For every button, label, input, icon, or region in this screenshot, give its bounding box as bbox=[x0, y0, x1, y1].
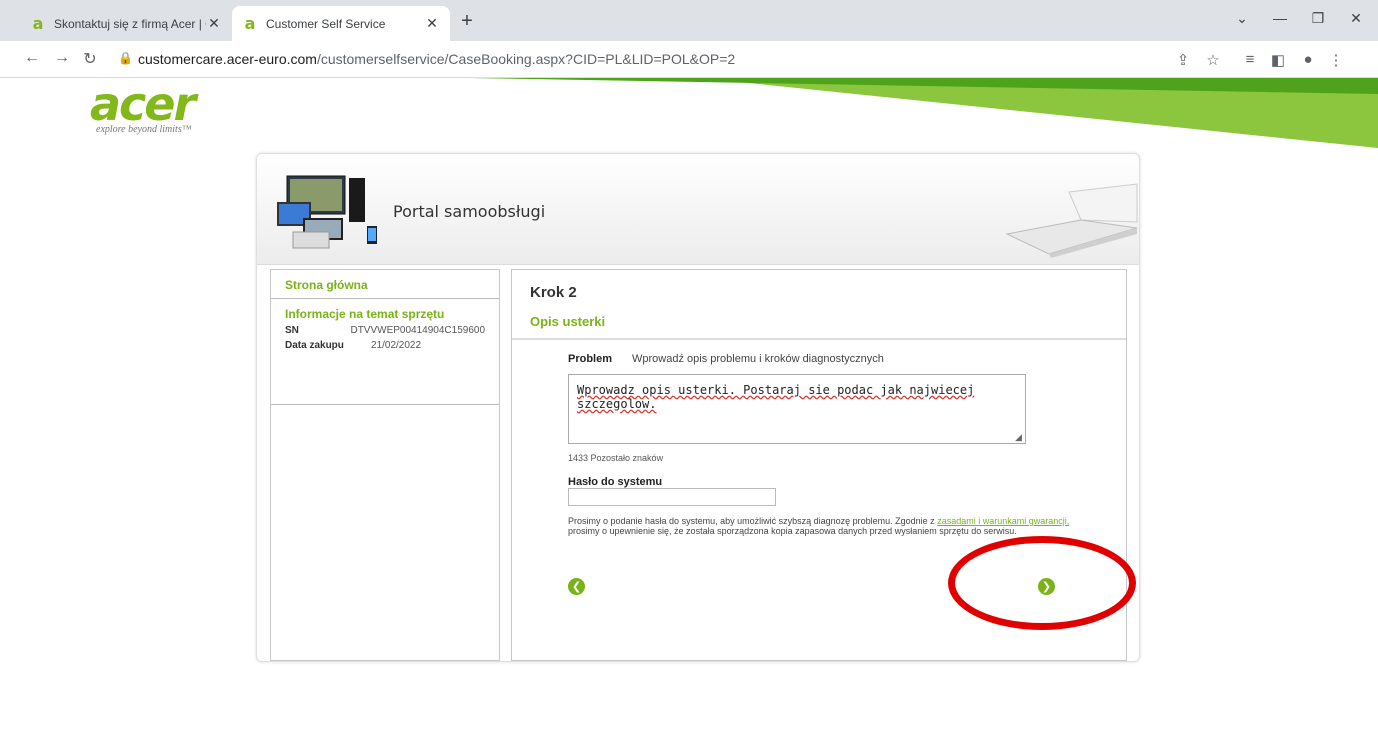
reading-list-icon[interactable]: ≡ bbox=[1240, 51, 1260, 68]
forward-icon[interactable]: → bbox=[52, 49, 72, 67]
side-panel-icon[interactable]: ◧ bbox=[1268, 51, 1288, 69]
sidebar-item-home[interactable]: Strona główna bbox=[271, 270, 499, 299]
info-label: SN bbox=[285, 325, 299, 336]
dark-green-stripe-decor bbox=[470, 78, 1378, 94]
profile-icon[interactable]: ● bbox=[1298, 51, 1318, 68]
password-input[interactable] bbox=[568, 488, 776, 506]
acer-favicon-icon: a bbox=[244, 13, 256, 33]
warranty-terms-link[interactable]: zasadami i warunkami gwarancji, bbox=[937, 516, 1069, 526]
info-row-sn: SN DTVVWEP00414904C159600 bbox=[271, 323, 499, 338]
hardware-info-title: Informacje na temat sprzętu bbox=[285, 307, 445, 321]
portal-title: Portal samoobsługi bbox=[393, 202, 546, 221]
info-row-purchase-date: Data zakupu 21/02/2022 bbox=[271, 338, 499, 353]
tab-search-icon[interactable]: ⌄ bbox=[1230, 10, 1254, 27]
info-label: Data zakupu bbox=[285, 340, 344, 351]
logo-tagline: explore beyond limits™ bbox=[96, 124, 192, 135]
url-path: /customerselfservice/CaseBooking.aspx?CI… bbox=[316, 51, 736, 67]
note-text: prosimy o upewnienie się, że została spo… bbox=[568, 526, 1017, 536]
acer-favicon-icon: a bbox=[32, 13, 44, 33]
bookmark-star-icon[interactable]: ☆ bbox=[1203, 51, 1223, 69]
lock-icon: 🔒 bbox=[118, 51, 133, 65]
url-host: customercare.acer-euro.com bbox=[138, 51, 317, 67]
back-icon[interactable]: ← bbox=[22, 49, 42, 67]
menu-icon[interactable]: ⋮ bbox=[1326, 51, 1346, 69]
browser-toolbar: ← → ↻ 🔒 customercare.acer-euro.com/custo… bbox=[0, 41, 1378, 78]
logo-word: acer bbox=[90, 77, 196, 131]
info-value: DTVVWEP00414904C159600 bbox=[350, 325, 485, 336]
devices-illustration-icon bbox=[277, 175, 377, 249]
tab-title: Customer Self Service bbox=[266, 16, 386, 31]
tab-close-icon[interactable]: ✕ bbox=[206, 15, 222, 32]
note-text: Prosimy o podanie hasła do systemu, aby … bbox=[568, 516, 938, 526]
problem-text: Wprowadz opis usterki. Postaraj sie poda… bbox=[577, 383, 975, 411]
sidebar: Strona główna Informacje na temat sprzęt… bbox=[270, 269, 500, 661]
problem-hint: Wprowadź opis problemu i kroków diagnost… bbox=[632, 353, 884, 365]
step-title: Opis usterki bbox=[530, 314, 606, 329]
resize-handle-icon[interactable]: ◢ bbox=[1015, 432, 1022, 443]
divider bbox=[512, 338, 1126, 340]
new-tab-button[interactable]: + bbox=[456, 10, 478, 33]
step-heading: Krok 2 bbox=[530, 284, 577, 301]
share-icon[interactable]: ⇪ bbox=[1173, 51, 1193, 69]
minimize-button[interactable]: — bbox=[1268, 10, 1292, 26]
page: acer explore beyond limits™ Portal samoo… bbox=[0, 78, 1378, 743]
acer-logo[interactable]: acer explore beyond limits™ bbox=[90, 77, 196, 135]
tab-close-icon[interactable]: ✕ bbox=[424, 15, 440, 32]
password-label: Hasło do systemu bbox=[568, 476, 663, 488]
maximize-button[interactable]: ❐ bbox=[1306, 10, 1330, 27]
problem-description-textarea[interactable]: Wprowadz opis usterki. Postaraj sie poda… bbox=[568, 374, 1026, 444]
reload-icon[interactable]: ↻ bbox=[80, 49, 100, 69]
info-value: 21/02/2022 bbox=[371, 340, 422, 351]
annotation-highlight-ellipse bbox=[948, 536, 1136, 630]
back-button[interactable]: ❮ bbox=[568, 578, 585, 595]
sidebar-divider bbox=[271, 404, 499, 405]
tab-title: Skontaktuj się z firmą Acer | Obsł bbox=[54, 16, 206, 31]
portal-header: Portal samoobsługi bbox=[257, 154, 1139, 265]
remaining-characters: 1433 Pozostało znaków bbox=[568, 453, 664, 463]
close-window-button[interactable]: ✕ bbox=[1344, 10, 1368, 27]
password-note: Prosimy o podanie hasła do systemu, aby … bbox=[568, 516, 1088, 536]
problem-label: Problem bbox=[568, 353, 613, 365]
laptop-illustration-icon bbox=[1005, 183, 1138, 258]
tab-customer-self-service[interactable]: a Customer Self Service ✕ bbox=[232, 6, 450, 41]
browser-tab-bar: a Skontaktuj się z firmą Acer | Obsł ✕ a… bbox=[0, 0, 1378, 41]
tab-acer-contact[interactable]: a Skontaktuj się z firmą Acer | Obsł ✕ bbox=[20, 6, 232, 41]
